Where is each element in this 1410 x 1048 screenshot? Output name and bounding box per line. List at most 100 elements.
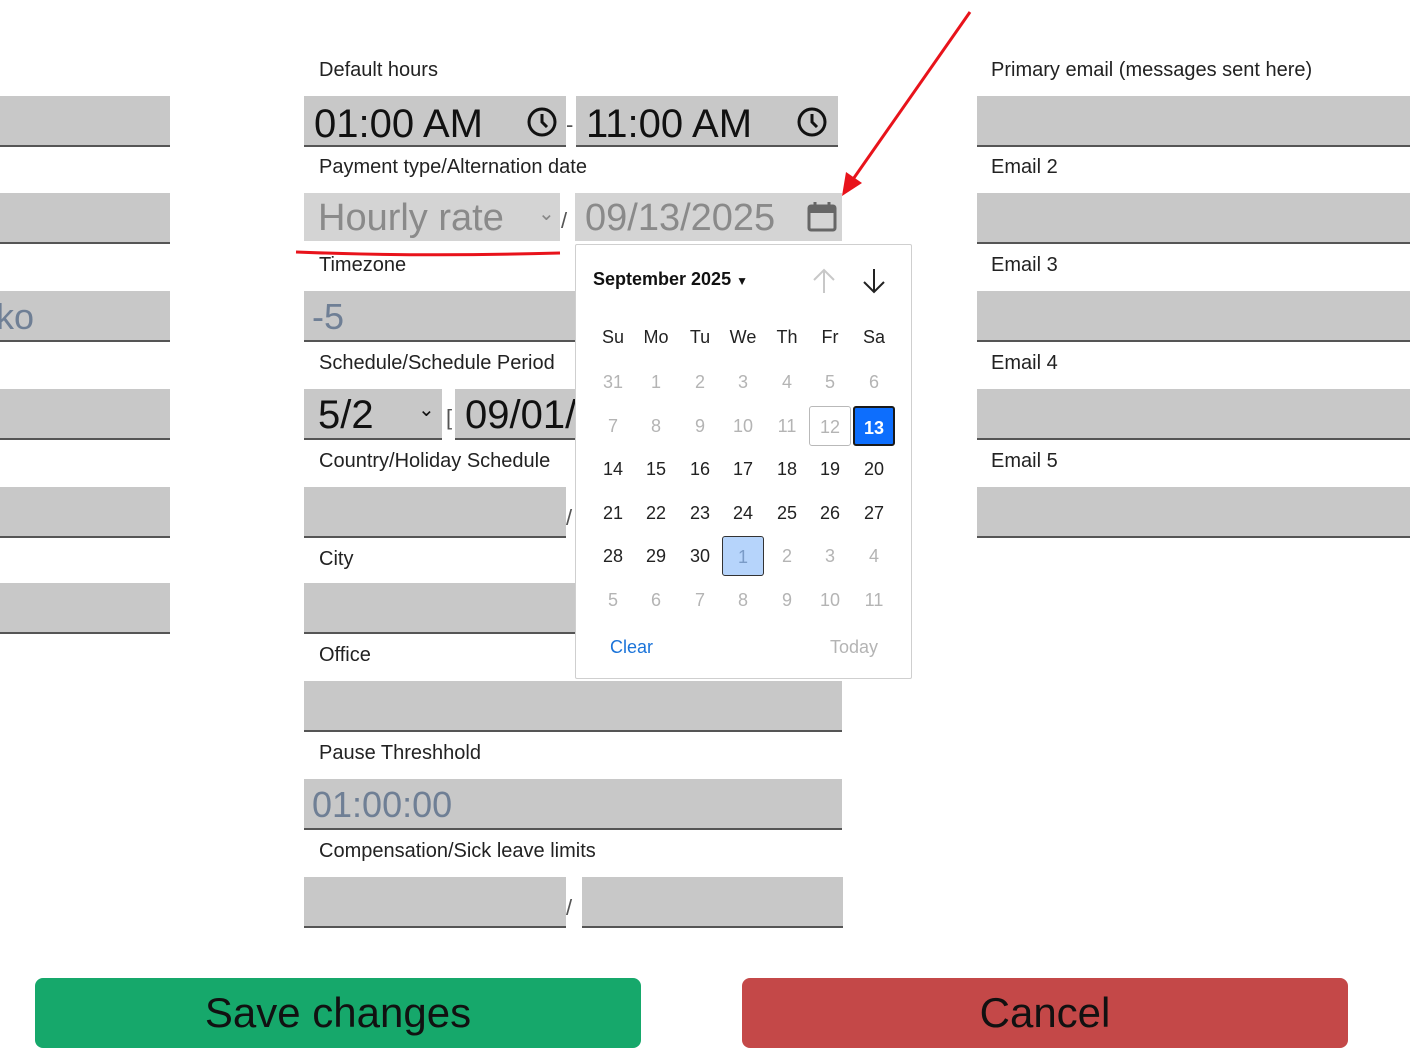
calendar-day: 3 [737, 372, 748, 392]
payment-date-input[interactable]: 09/13/2025 [575, 193, 842, 241]
calendar-day[interactable]: 8 [722, 580, 764, 620]
clock-icon[interactable] [526, 106, 558, 138]
default-hours-label: Default hours [319, 59, 438, 81]
calendar-day[interactable]: 14 [592, 449, 634, 489]
payment-label: Payment type/Alternation date [319, 156, 587, 178]
schedule-label: Schedule/Schedule Period [319, 352, 555, 374]
annotation-arrowhead [842, 172, 862, 196]
calendar-day[interactable]: 18 [766, 449, 808, 489]
calendar-day[interactable]: 20 [853, 449, 895, 489]
save-button[interactable]: Save changes [35, 978, 641, 1048]
weekday-header: Th [776, 327, 798, 347]
email3-input[interactable] [977, 291, 1410, 342]
payment-type-select[interactable]: Hourly rate ⌄ [304, 193, 560, 241]
sick-leave-input[interactable] [582, 877, 843, 928]
pause-input[interactable]: 01:00:00 [304, 779, 842, 830]
arrow-up-icon[interactable] [812, 267, 836, 295]
calendar-day[interactable]: 26 [809, 493, 851, 533]
calendar-day[interactable]: 15 [635, 449, 677, 489]
office-input[interactable] [304, 681, 842, 732]
weekday-header: Fr [821, 327, 839, 347]
calendar-day: 1 [650, 372, 661, 392]
left-field-3[interactable]: ko [0, 291, 170, 342]
calendar-day: 10 [732, 415, 754, 436]
weekday-header: Tu [689, 327, 711, 347]
left-field-4[interactable] [0, 389, 170, 440]
email2-label: Email 2 [991, 156, 1058, 178]
email3-label: Email 3 [991, 254, 1058, 276]
cancel-button[interactable]: Cancel [742, 978, 1348, 1048]
calendar-day: 9 [694, 415, 705, 436]
datepicker-clear-button[interactable]: Clear [610, 637, 653, 658]
calendar-icon[interactable] [807, 201, 837, 233]
annotation-arrow [847, 11, 972, 186]
clock-icon[interactable] [796, 106, 828, 138]
country-label: Country/Holiday Schedule [319, 450, 551, 472]
datepicker-month-label: September 2025 [593, 269, 732, 289]
calendar-day[interactable]: 10 [809, 580, 851, 620]
email5-input[interactable] [977, 487, 1410, 538]
left-field-5[interactable] [0, 487, 170, 538]
arrow-down-icon[interactable] [862, 267, 886, 295]
calendar-day[interactable]: 25 [766, 493, 808, 533]
calendar-day[interactable]: 11 [853, 580, 895, 620]
weekday-header: Su [601, 327, 625, 347]
calendar-day[interactable]: 6 [635, 580, 677, 620]
calendar-day[interactable]: 2 [766, 536, 808, 576]
calendar-day[interactable]: 22 [635, 493, 677, 533]
chevron-down-icon: ⌄ [418, 399, 435, 421]
timezone-label: Timezone [319, 254, 407, 276]
primary-email-label: Primary email (messages sent here) [991, 59, 1313, 81]
pause-label: Pause Threshhold [319, 742, 481, 764]
default-hours-end-value: 11:00 AM [586, 102, 753, 146]
datepicker-today-button[interactable]: Today [830, 637, 878, 658]
email2-input[interactable] [977, 193, 1410, 244]
email4-input[interactable] [977, 389, 1410, 440]
calendar-day[interactable]: 24 [722, 493, 764, 533]
calendar-day[interactable]: 27 [853, 493, 895, 533]
email4-label: Email 4 [991, 352, 1058, 374]
city-label: City [319, 548, 354, 570]
default-hours-end-input[interactable]: 11:00 AM [576, 96, 838, 147]
calendar-day[interactable]: 28 [592, 536, 634, 576]
schedule-period-value: 09/01/ [465, 393, 577, 437]
datepicker-month-switch[interactable]: September 2025 ▼ [593, 269, 748, 290]
payment-type-value: Hourly rate [318, 197, 504, 239]
default-hours-start-value: 01:00 AM [314, 102, 484, 146]
calendar-day[interactable]: 19 [809, 449, 851, 489]
calendar-day[interactable]: 29 [635, 536, 677, 576]
calendar-day[interactable]: 21 [592, 493, 634, 533]
calendar-day[interactable]: 3 [809, 536, 851, 576]
calendar-day: 2 [694, 372, 705, 392]
weekday-header: Sa [862, 327, 886, 347]
chevron-down-icon: ⌄ [538, 203, 555, 225]
calendar-day[interactable]: 13 [853, 405, 895, 446]
calendar-day: 7 [607, 415, 618, 436]
schedule-select[interactable]: 5/2 ⌄ [304, 389, 442, 440]
email5-label: Email 5 [991, 450, 1058, 472]
left-field-6[interactable] [0, 583, 170, 634]
calendar-day: 31 [602, 372, 624, 392]
country-input[interactable] [304, 487, 566, 538]
calendar-day[interactable]: 4 [853, 536, 895, 576]
calendar-day[interactable]: 7 [679, 580, 721, 620]
compensation-input[interactable] [304, 877, 566, 928]
left-field-2[interactable] [0, 193, 170, 244]
schedule-period-bracket: [ [446, 405, 453, 430]
weekday-header: We [729, 327, 757, 347]
calendar-day[interactable]: 30 [679, 536, 721, 576]
compensation-label: Compensation/Sick leave limits [319, 840, 596, 862]
calendar-day[interactable]: 12 [809, 405, 851, 446]
calendar-day: 11 [777, 415, 797, 436]
calendar-day[interactable]: 17 [722, 449, 764, 489]
default-hours-start-input[interactable]: 01:00 AM [304, 96, 566, 147]
calendar-day[interactable]: 5 [592, 580, 634, 620]
calendar-day[interactable]: 1 [722, 536, 764, 577]
calendar-day[interactable]: 9 [766, 580, 808, 620]
left-field-1[interactable] [0, 96, 170, 147]
calendar-day[interactable]: 23 [679, 493, 721, 533]
payment-separator: / [561, 208, 568, 233]
primary-email-input[interactable] [977, 96, 1410, 147]
calendar-day[interactable]: 16 [679, 449, 721, 489]
payment-date-value: 09/13/2025 [585, 197, 776, 239]
